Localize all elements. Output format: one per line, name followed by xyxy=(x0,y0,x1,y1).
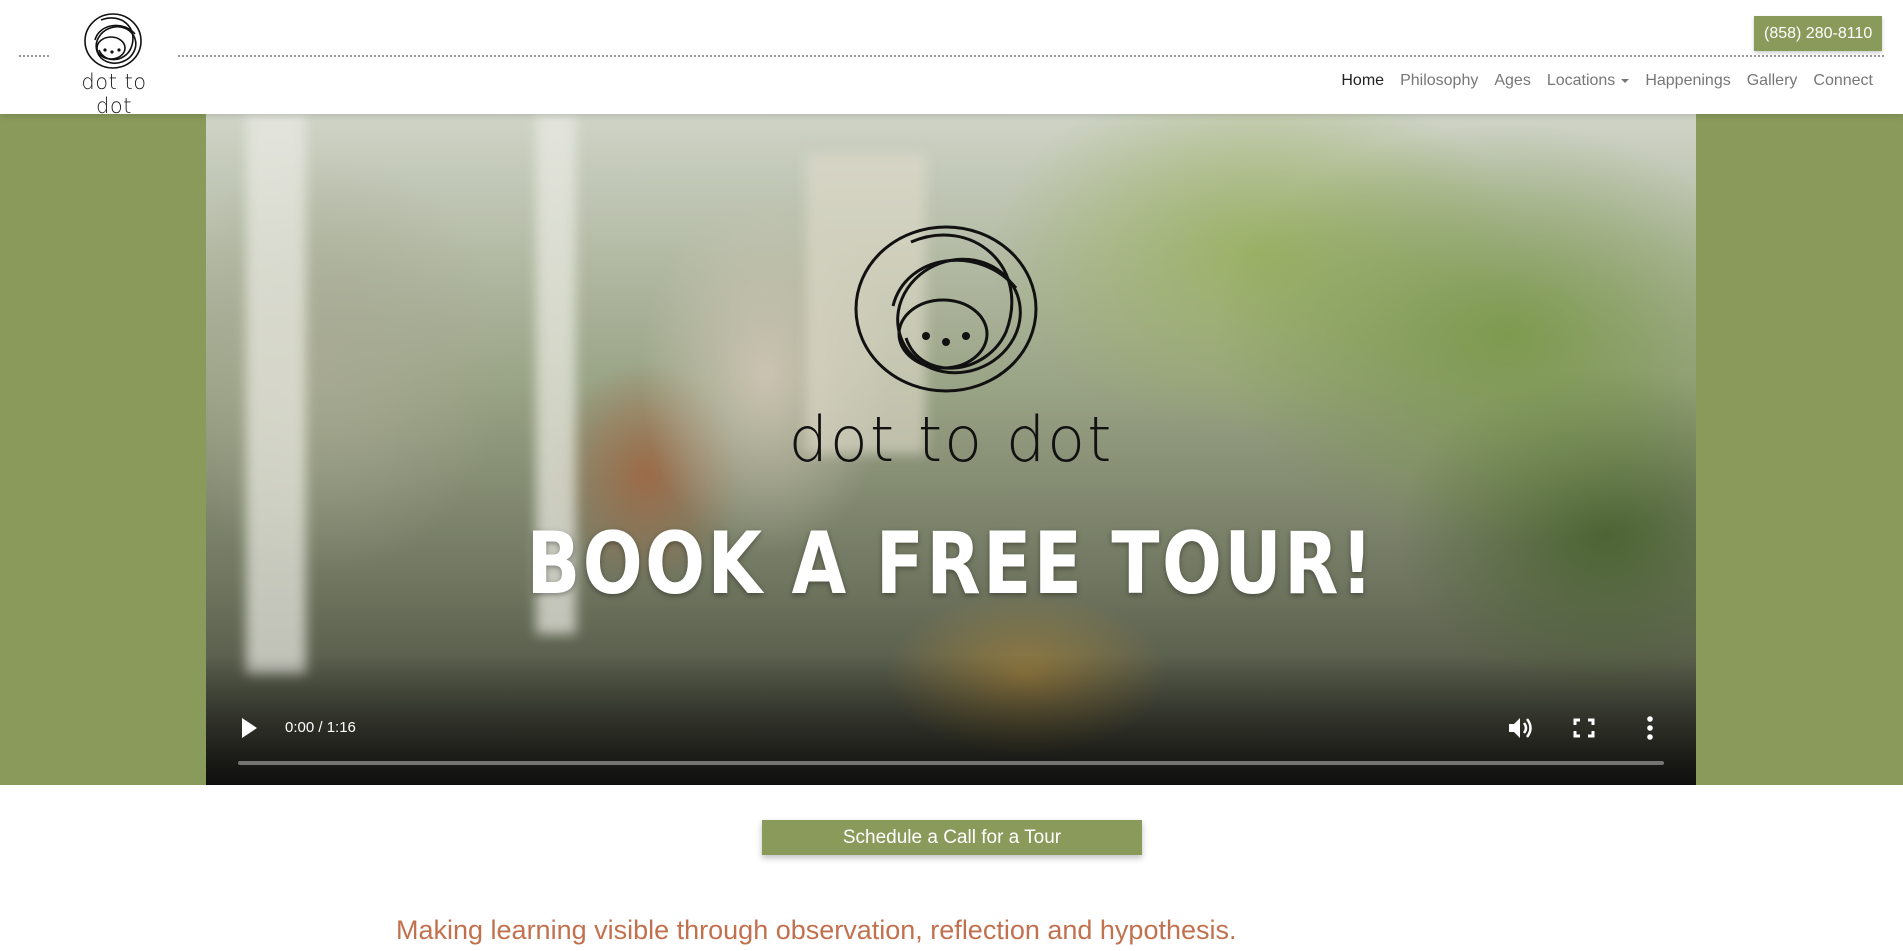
video-logo-text: dot to dot xyxy=(788,403,1114,476)
nav-item-connect[interactable]: Connect xyxy=(1805,70,1881,92)
nav-item-locations-label: Locations xyxy=(1546,72,1616,89)
nav-item-philosophy[interactable]: Philosophy xyxy=(1392,70,1486,92)
schedule-tour-button[interactable]: Schedule a Call for a Tour xyxy=(762,820,1142,855)
logo-text: dot to dot xyxy=(81,70,147,118)
site-header: dot to dot (858) 280-8110 Home Philosoph… xyxy=(0,0,1903,118)
header-divider-left xyxy=(19,55,49,57)
nav-item-ages[interactable]: Ages xyxy=(1486,70,1538,92)
caret-down-icon xyxy=(1621,78,1630,83)
tagline: Making learning visible through observat… xyxy=(396,915,1237,945)
site-logo[interactable]: dot to dot xyxy=(62,10,166,118)
video-time: 0:00 / 1:16 xyxy=(285,719,356,736)
phone-button[interactable]: (858) 280-8110 xyxy=(1754,16,1883,51)
volume-icon[interactable] xyxy=(1506,715,1534,741)
hero-section: dot to dot BOOK A FREE TOUR! 0:00 / 1:16 xyxy=(0,114,1903,785)
fullscreen-icon[interactable] xyxy=(1570,715,1598,741)
more-options-icon[interactable] xyxy=(1636,715,1664,741)
tour-video[interactable]: dot to dot BOOK A FREE TOUR! 0:00 / 1:16 xyxy=(206,114,1696,785)
header-divider-right xyxy=(178,55,1884,57)
video-controls-bar xyxy=(206,655,1696,785)
main-nav: Home Philosophy Ages Locations Happening… xyxy=(1333,70,1881,92)
nav-item-gallery[interactable]: Gallery xyxy=(1739,70,1806,92)
scribble-logo-icon xyxy=(854,225,1038,393)
nav-item-home[interactable]: Home xyxy=(1333,70,1392,92)
video-logo: dot to dot xyxy=(206,214,1696,476)
video-progress-bar[interactable] xyxy=(238,761,1664,765)
video-headline: BOOK A FREE TOUR! xyxy=(526,514,1376,614)
play-icon[interactable] xyxy=(242,718,257,738)
nav-item-locations[interactable]: Locations xyxy=(1539,70,1638,92)
scribble-logo-icon xyxy=(84,13,142,69)
nav-item-happenings[interactable]: Happenings xyxy=(1637,70,1738,92)
